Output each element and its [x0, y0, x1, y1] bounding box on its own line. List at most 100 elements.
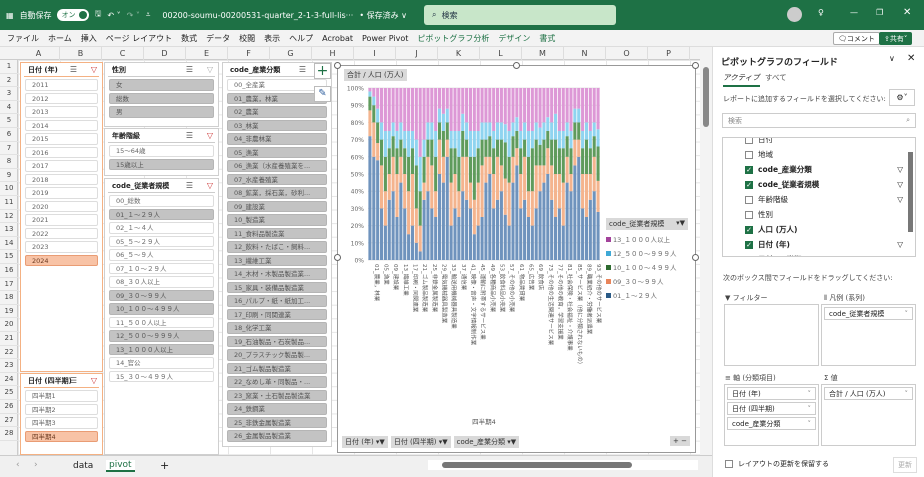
legend-item[interactable]: 10_１００～４９９人: [606, 262, 688, 272]
slicer-item[interactable]: 15_家具・装備品製造業: [227, 281, 327, 293]
slicer-item[interactable]: 02_１～４人: [109, 222, 214, 234]
slicer-item[interactable]: 11_５００人以上: [109, 316, 214, 328]
legend-item[interactable]: 12_５００～９９９人: [606, 248, 688, 258]
legend-item[interactable]: 01_１～２９人: [606, 290, 688, 300]
legend-item[interactable]: 09_３０～９９人: [606, 276, 688, 286]
field-filter-icon[interactable]: ▽: [897, 255, 903, 256]
slicer-item[interactable]: 02_農業: [227, 106, 327, 118]
legend-item[interactable]: 13_１０００人以上: [606, 234, 688, 244]
tab-power-pivot[interactable]: Power Pivot: [362, 34, 408, 43]
filters-area[interactable]: [724, 304, 819, 366]
defer-update-checkbox[interactable]: レイアウトの更新を保留する: [725, 459, 829, 469]
chip-dropdown-icon[interactable]: ˅: [905, 310, 909, 318]
row-header[interactable]: 2: [0, 74, 18, 88]
row-header[interactable]: 13: [0, 223, 18, 237]
slicer-item[interactable]: 16_パルプ・紙・紙加工...: [227, 295, 327, 307]
tab-all[interactable]: すべて: [765, 72, 787, 83]
update-button[interactable]: 更新: [893, 457, 917, 473]
row-header[interactable]: 20: [0, 318, 18, 332]
row-header[interactable]: 17: [0, 278, 18, 292]
multi-select-icon[interactable]: ☰: [186, 65, 193, 74]
tab-home[interactable]: ホーム: [48, 33, 72, 44]
column-header[interactable]: C: [102, 47, 144, 60]
slicer-item[interactable]: 四半期2: [25, 403, 98, 415]
chip-dropdown-icon[interactable]: ˅: [808, 405, 812, 413]
values-area[interactable]: 合計 / 人口 (万人) ˅: [821, 384, 916, 446]
multi-select-icon[interactable]: ☰: [299, 65, 306, 74]
slicer-item[interactable]: 12_飲料・たばこ・飼料...: [227, 241, 327, 253]
column-header[interactable]: P: [648, 47, 690, 60]
row-header[interactable]: 23: [0, 359, 18, 373]
slicer-item[interactable]: 03_林業: [227, 119, 327, 131]
slicer-item[interactable]: 20_プラスチック製品製...: [227, 349, 327, 361]
row-header[interactable]: 8: [0, 155, 18, 169]
field-filter-icon[interactable]: ▽: [897, 180, 903, 189]
slicer-item[interactable]: 09_３０～９９人: [109, 289, 214, 301]
row-header[interactable]: 11: [0, 196, 18, 210]
column-header[interactable]: L: [480, 47, 522, 60]
column-header[interactable]: F: [228, 47, 270, 60]
resize-handle[interactable]: [692, 62, 699, 69]
row-header[interactable]: 5: [0, 114, 18, 128]
row-header[interactable]: 15: [0, 250, 18, 264]
clear-filter-icon[interactable]: ▽: [91, 376, 97, 385]
expand-collapse-buttons[interactable]: + −: [670, 436, 690, 446]
comments-button[interactable]: 🗨 コメント: [833, 32, 880, 45]
add-sheet-button[interactable]: +: [160, 459, 169, 472]
slicer-item[interactable]: 07_１０～２９人: [109, 262, 214, 274]
slicer-item[interactable]: 05_漁業: [227, 146, 327, 158]
multi-select-icon[interactable]: ☰: [186, 131, 193, 140]
tab-acrobat[interactable]: Acrobat: [322, 34, 353, 43]
vertical-scrollbar[interactable]: [700, 47, 712, 455]
slicer-item[interactable]: 07_水産養殖業: [227, 173, 327, 185]
axis-field-button[interactable]: 日付 (年) ▾▼: [342, 436, 388, 448]
slicer-item[interactable]: 2019: [25, 187, 98, 199]
slicer-item[interactable]: 2023: [25, 241, 98, 253]
field-item[interactable]: 日付: [723, 138, 915, 147]
column-header[interactable]: A: [18, 47, 60, 60]
tab-data[interactable]: データ: [206, 33, 230, 44]
field-list-scrollbar[interactable]: [908, 152, 913, 232]
clear-filter-icon[interactable]: ▽: [207, 181, 213, 190]
field-checkbox[interactable]: ✓: [745, 180, 753, 189]
field-item[interactable]: 地域: [723, 147, 915, 162]
redo-icon[interactable]: ↷ ˅: [127, 11, 140, 20]
slicer-item[interactable]: 2014: [25, 119, 98, 131]
field-checkbox[interactable]: [745, 210, 753, 219]
slicer-item[interactable]: 15_３０～４９９人: [109, 370, 214, 382]
restore-icon[interactable]: ❐: [876, 8, 883, 17]
tab-pivotchart-analyze[interactable]: ピボットグラフ分析: [417, 33, 489, 44]
slicer-item[interactable]: 19_石油製品・石炭製品...: [227, 335, 327, 347]
row-header[interactable]: 10: [0, 182, 18, 196]
slicer-item[interactable]: 女: [109, 79, 214, 91]
row-header[interactable]: 6: [0, 128, 18, 142]
field-filter-icon[interactable]: ▽: [897, 165, 903, 174]
field-filter-icon[interactable]: ▽: [897, 195, 903, 204]
slicer-item[interactable]: 2024: [25, 254, 98, 266]
slicer-item[interactable]: 2021: [25, 214, 98, 226]
autosave-toggle[interactable]: オン: [56, 9, 89, 21]
sheet-tab-pivot[interactable]: pivot: [106, 460, 135, 472]
slicer-item[interactable]: 00_全産業: [227, 79, 327, 91]
horizontal-scrollbar[interactable]: [428, 460, 698, 470]
slicer-item[interactable]: 12_５００～９９９人: [109, 330, 214, 342]
axis-field-button[interactable]: code_産業分類 ▾▼: [453, 436, 520, 448]
clear-filter-icon[interactable]: ▽: [207, 131, 213, 140]
slicer-item[interactable]: 23_窯業・土石製品製造業: [227, 389, 327, 401]
column-header[interactable]: G: [270, 47, 312, 60]
column-header[interactable]: E: [186, 47, 228, 60]
column-header[interactable]: D: [144, 47, 186, 60]
slicer-item[interactable]: 2016: [25, 146, 98, 158]
column-header[interactable]: I: [354, 47, 396, 60]
clear-filter-icon[interactable]: ▽: [207, 65, 213, 74]
row-header[interactable]: 12: [0, 210, 18, 224]
minimize-icon[interactable]: —: [850, 8, 858, 17]
field-checkbox[interactable]: [745, 150, 753, 159]
slicer-item[interactable]: 01_農業，林業: [227, 92, 327, 104]
field-checkbox[interactable]: ✓: [745, 225, 753, 234]
search-box[interactable]: ⌕ 検索: [424, 5, 616, 25]
chip-dropdown-icon[interactable]: ˅: [808, 420, 812, 428]
field-checkbox[interactable]: ✓: [745, 240, 753, 249]
row-header[interactable]: 19: [0, 305, 18, 319]
slicer-item[interactable]: 13_１０００人以上: [109, 343, 214, 355]
